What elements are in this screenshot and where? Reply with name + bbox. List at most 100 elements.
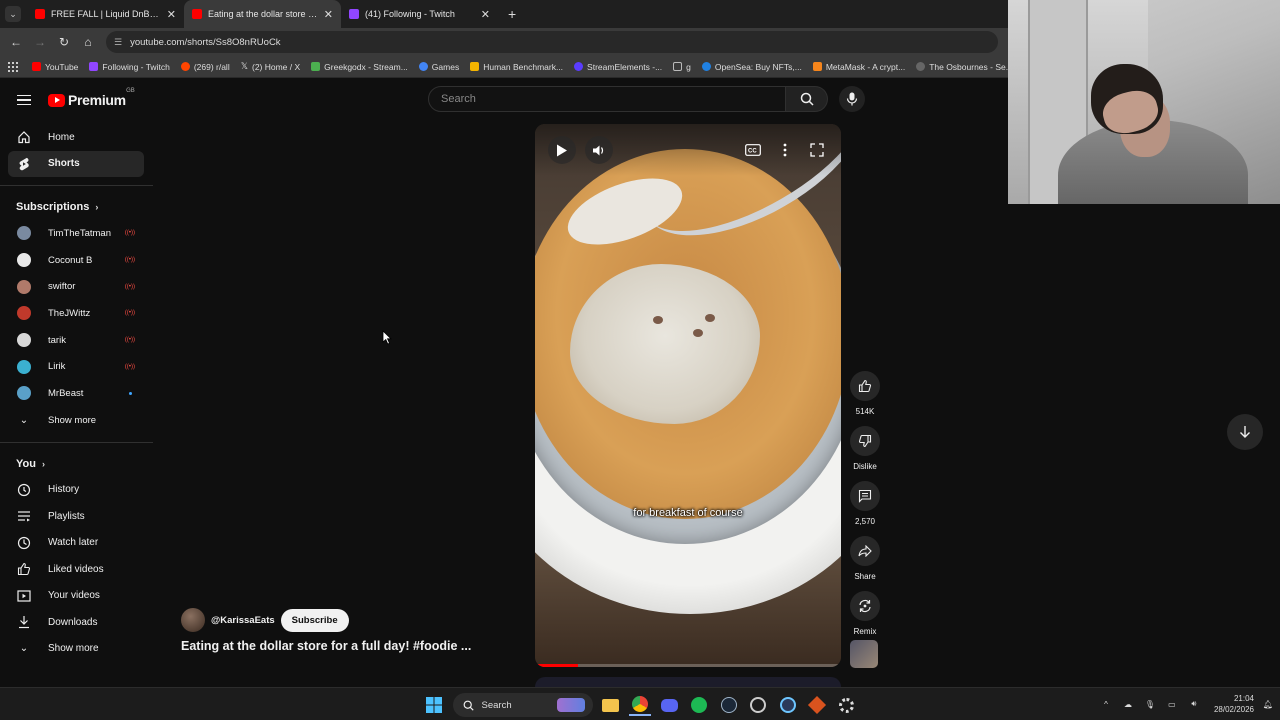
clock[interactable]: 21:04 28/02/2026 <box>1214 693 1254 715</box>
menu-icon[interactable] <box>17 94 31 106</box>
search-button[interactable] <box>786 86 828 112</box>
video-title[interactable]: Eating at the dollar store for a full da… <box>181 639 471 653</box>
video-progress-bar[interactable] <box>535 664 841 667</box>
site-info-icon[interactable]: ☰ <box>114 37 122 48</box>
bookmark-x[interactable]: 𝕏 (2) Home / X <box>241 61 300 72</box>
subscription-timthetatman[interactable]: TimTheTatman ((•)) <box>0 220 153 247</box>
subscription-swiftor[interactable]: swiftor ((•)) <box>0 273 153 300</box>
notification-bell-icon[interactable]: 🔔︎ <box>1262 698 1274 710</box>
channel-avatar[interactable] <box>181 608 205 632</box>
subscription-coconut-b[interactable]: Coconut B ((•)) <box>0 247 153 274</box>
bookmark-osbournes[interactable]: The Osbournes - Se... <box>916 62 1013 72</box>
channel-handle[interactable]: @KarissaEats <box>211 615 275 626</box>
microphone-icon[interactable]: 🎙︎ <box>1144 698 1156 710</box>
windows-start-button[interactable] <box>423 694 445 716</box>
back-arrow-icon[interactable]: ← <box>4 35 28 49</box>
close-tab-icon[interactable]: ✕ <box>324 8 333 21</box>
taskbar-search-label: Search <box>481 699 512 711</box>
new-tab-button[interactable]: + <box>508 6 516 22</box>
browser-tab-2[interactable]: Eating at the dollar store for a f ✕ <box>184 0 341 28</box>
comments-button[interactable] <box>850 481 880 511</box>
shorts-video-player[interactable]: CC for breakfast of course <box>535 124 841 667</box>
avatar <box>17 386 31 401</box>
chrome-app[interactable] <box>629 694 651 716</box>
riot-client-app[interactable] <box>747 694 769 716</box>
bookmark-greekgodx[interactable]: Greekgodx - Stream... <box>311 62 408 72</box>
sidebar-item-your-videos[interactable]: Your videos <box>0 583 145 610</box>
discord-app[interactable] <box>659 694 681 716</box>
like-button[interactable] <box>850 371 880 401</box>
tab-search-button[interactable]: ⌄ <box>5 6 21 22</box>
sidebar-item-liked-videos[interactable]: Liked videos <box>0 556 145 583</box>
metamask-fox-icon <box>812 62 822 71</box>
thumbs-up-icon <box>858 379 872 393</box>
bookmark-youtube[interactable]: YouTube <box>32 62 78 72</box>
next-short-button[interactable] <box>1227 414 1263 450</box>
youtube-premium-logo[interactable]: Premium GB <box>48 88 135 108</box>
volume-icon[interactable]: 🔊︎ <box>1188 698 1200 710</box>
browser-tab-1[interactable]: FREE FALL | Liquid DnB / Jungle ✕ <box>27 0 184 28</box>
channel-name: tarik <box>48 334 66 346</box>
steam-app[interactable] <box>718 694 740 716</box>
taskbar-search[interactable]: Search <box>452 693 593 717</box>
subscription-thejwittz[interactable]: TheJWittz ((•)) <box>0 300 153 327</box>
url-field[interactable]: ☰ youtube.com/shorts/Ss8O8nRUoCk <box>106 31 998 53</box>
sidebar-item-shorts[interactable]: Shorts <box>8 150 144 177</box>
bookmark-label: StreamElements -... <box>587 61 663 72</box>
file-explorer-app[interactable] <box>600 694 622 716</box>
close-tab-icon[interactable]: ✕ <box>167 8 176 21</box>
avatar <box>17 359 31 374</box>
network-icon[interactable]: ▭ <box>1166 698 1178 710</box>
chevron-up-icon[interactable]: ^ <box>1100 698 1112 710</box>
subscription-tarik[interactable]: tarik ((•)) <box>0 327 153 354</box>
sound-thumbnail[interactable] <box>850 640 878 668</box>
subscribe-button[interactable]: Subscribe <box>280 608 349 632</box>
search-input[interactable]: Search <box>428 86 786 112</box>
sidebar-item-downloads[interactable]: Downloads <box>0 609 145 636</box>
voice-search-button[interactable] <box>839 86 865 112</box>
play-button[interactable] <box>548 136 576 164</box>
show-more-you[interactable]: ⌄ Show more <box>0 636 145 663</box>
sidebar-item-watch-later[interactable]: Watch later <box>0 530 145 557</box>
bookmark-streamelements[interactable]: StreamElements -... <box>574 62 662 72</box>
sidebar-item-playlists[interactable]: Playlists <box>0 503 145 530</box>
subscription-lirik[interactable]: Lirik ((•)) <box>0 353 153 380</box>
channel-name: swiftor <box>48 281 76 293</box>
filling-chunk <box>705 314 715 322</box>
twitch-icon <box>89 62 99 71</box>
bookmark-opensea[interactable]: OpenSea: Buy NFTs,... <box>701 62 802 72</box>
game-app[interactable] <box>806 694 828 716</box>
fullscreen-button[interactable] <box>803 136 831 164</box>
captions-button[interactable]: CC <box>739 136 767 164</box>
forward-arrow-icon[interactable]: → <box>28 35 52 49</box>
sidebar-item-history[interactable]: History <box>0 477 145 504</box>
windows-logo-icon <box>426 697 442 713</box>
bookmark-reddit[interactable]: (269) r/all <box>180 62 230 72</box>
home-icon[interactable]: ⌂ <box>76 35 100 49</box>
subscriptions-heading[interactable]: Subscriptions › <box>0 194 153 220</box>
bookmark-twitch[interactable]: Following - Twitch <box>89 62 170 72</box>
remix-button[interactable] <box>850 591 880 621</box>
browser-tab-3[interactable]: (41) Following - Twitch ✕ <box>341 0 498 28</box>
more-options-button[interactable] <box>771 136 799 164</box>
share-button[interactable] <box>850 536 880 566</box>
remix-icon <box>859 599 871 613</box>
spotify-app[interactable] <box>688 694 710 716</box>
folder-icon <box>673 62 683 71</box>
bookmark-games[interactable]: Games <box>418 62 459 72</box>
ccleaner-app[interactable] <box>777 694 799 716</box>
onedrive-icon[interactable]: ☁ <box>1122 698 1134 710</box>
bookmark-human-benchmark[interactable]: Human Benchmark... <box>470 62 563 72</box>
sidebar-item-home[interactable]: Home <box>0 124 145 151</box>
reload-icon[interactable]: ↻ <box>52 35 76 49</box>
volume-button[interactable] <box>585 136 613 164</box>
you-heading[interactable]: You › <box>0 451 153 477</box>
subscription-mrbeast[interactable]: MrBeast <box>0 380 153 407</box>
bookmark-folder-g[interactable]: g <box>673 62 691 72</box>
dislike-button[interactable] <box>850 426 880 456</box>
settings-app[interactable] <box>836 694 858 716</box>
apps-grid-icon[interactable] <box>8 61 18 72</box>
close-tab-icon[interactable]: ✕ <box>481 8 490 21</box>
show-more-subscriptions[interactable]: ⌄ Show more <box>0 407 153 434</box>
bookmark-metamask[interactable]: MetaMask - A crypt... <box>812 62 905 72</box>
